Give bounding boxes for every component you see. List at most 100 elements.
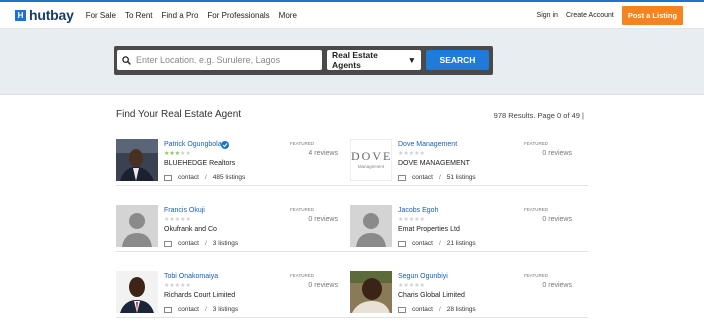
agent-actions: contact / 485 listings [164, 174, 245, 181]
agent-company: Richards Court Limited [164, 292, 236, 299]
reviews-link[interactable]: 0 reviews [278, 216, 338, 223]
featured-label: FEATURED [290, 273, 314, 278]
user-silhouette-icon [116, 205, 158, 247]
agent-photo-placeholder[interactable] [116, 205, 158, 247]
separator: / [204, 240, 207, 247]
listings-link[interactable]: 3 listings [213, 240, 238, 247]
agent-photo[interactable] [116, 271, 158, 313]
nav-for-sale[interactable]: For Sale [86, 11, 116, 20]
rating-stars: ★★★★★ [164, 151, 191, 157]
agent-card: Patrick Ogungbola ★★★★★ BLUEHEDGE Realto… [116, 136, 354, 186]
agent-actions: contact / 28 listings [398, 306, 476, 313]
search-icon [122, 55, 131, 65]
top-navigation-bar: H hutbay For Sale To Rent Find a Pro For… [0, 0, 704, 29]
separator: / [438, 306, 441, 313]
verified-badge-icon [221, 141, 229, 149]
featured-label: FEATURED [290, 207, 314, 212]
mail-icon [164, 174, 172, 181]
featured-label: FEATURED [524, 207, 548, 212]
agent-actions: contact / 51 listings [398, 174, 476, 181]
dove-logo-subtext: Management [357, 164, 385, 169]
dove-logo-text: DOVE [351, 149, 392, 163]
agent-card: Tobi Onakomaiya ★★★★★ Richards Court Lim… [116, 268, 354, 318]
contact-link[interactable]: contact [412, 240, 433, 247]
listings-link[interactable]: 485 listings [213, 174, 246, 181]
nav-more[interactable]: More [279, 11, 297, 20]
contact-link[interactable]: contact [412, 306, 433, 313]
agent-actions: contact / 3 listings [164, 306, 238, 313]
separator: / [438, 174, 441, 181]
signin-link[interactable]: Sign in [537, 12, 558, 19]
chevron-down-icon: ▼ [407, 55, 416, 65]
contact-link[interactable]: contact [412, 174, 433, 181]
agent-company: DOVE MANAGEMENT [398, 160, 470, 167]
location-search-placeholder: Enter Location. e.g. Surulere, Lagos [136, 55, 281, 65]
reviews-link[interactable]: 0 reviews [278, 282, 338, 289]
agent-card: DOVE Management Dove Management ★★★★★ DO… [350, 136, 588, 186]
agent-name[interactable]: Jacobs Egoh [398, 207, 438, 214]
category-select[interactable]: Real Estate Agents ▼ [327, 50, 421, 70]
location-search-field[interactable]: Enter Location. e.g. Surulere, Lagos [117, 50, 322, 70]
logo-mark: H [15, 9, 26, 21]
rating-stars: ★★★★★ [398, 151, 425, 157]
agent-company: Okufrank and Co [164, 226, 217, 233]
featured-label: FEATURED [290, 141, 314, 146]
rating-stars: ★★★★★ [398, 283, 425, 289]
agent-actions: contact / 3 listings [164, 240, 238, 247]
category-select-value: Real Estate Agents [332, 50, 378, 70]
main-nav: For Sale To Rent Find a Pro For Professi… [86, 11, 306, 20]
user-silhouette-icon [350, 205, 392, 247]
agent-company: Emat Properties Ltd [398, 226, 460, 233]
separator: / [438, 240, 441, 247]
agent-photo-placeholder[interactable] [350, 205, 392, 247]
contact-link[interactable]: contact [178, 306, 199, 313]
listings-link[interactable]: 28 listings [447, 306, 476, 313]
listings-link[interactable]: 21 listings [447, 240, 476, 247]
agent-card: Jacobs Egoh ★★★★★ Emat Properties Ltd FE… [350, 202, 588, 252]
separator: / [204, 174, 207, 181]
agent-photo[interactable] [116, 139, 158, 181]
agent-name[interactable]: Tobi Onakomaiya [164, 273, 218, 280]
rating-stars: ★★★★★ [164, 217, 191, 223]
post-listing-button[interactable]: Post a Listing [621, 6, 683, 25]
search-bar: Enter Location. e.g. Surulere, Lagos Rea… [114, 46, 493, 75]
search-hero: Enter Location. e.g. Surulere, Lagos Rea… [0, 29, 704, 95]
mail-icon [164, 240, 172, 247]
agent-name[interactable]: Dove Management [398, 141, 457, 148]
reviews-link[interactable]: 4 reviews [278, 150, 338, 157]
mail-icon [398, 306, 406, 313]
logo-text: hutbay [29, 7, 74, 23]
featured-label: FEATURED [524, 273, 548, 278]
listings-link[interactable]: 51 listings [447, 174, 476, 181]
results-count: 978 Results. Page 0 of 49 | [493, 111, 584, 120]
agent-name[interactable]: Francis Okuji [164, 207, 205, 214]
agent-card: Segun Ogunbiyi ★★★★★ Charis Global Limit… [350, 268, 588, 318]
contact-link[interactable]: contact [178, 174, 199, 181]
results-heading: Find Your Real Estate Agent [116, 109, 242, 120]
contact-link[interactable]: contact [178, 240, 199, 247]
nav-find-a-pro[interactable]: Find a Pro [162, 11, 199, 20]
mail-icon [398, 174, 406, 181]
agent-name[interactable]: Segun Ogunbiyi [398, 273, 448, 280]
featured-label: FEATURED [524, 141, 548, 146]
agent-company: Charis Global Limited [398, 292, 465, 299]
reviews-link[interactable]: 0 reviews [512, 282, 572, 289]
mail-icon [398, 240, 406, 247]
account-nav: Sign in Create Account Post a Listing [529, 6, 683, 25]
nav-for-professionals[interactable]: For Professionals [207, 11, 269, 20]
hutbay-logo[interactable]: H hutbay [15, 7, 74, 23]
mail-icon [164, 306, 172, 313]
agent-company: BLUEHEDGE Realtors [164, 160, 236, 167]
rating-stars: ★★★★★ [398, 217, 425, 223]
agent-logo[interactable]: DOVE Management [350, 139, 392, 181]
reviews-link[interactable]: 0 reviews [512, 150, 572, 157]
agent-name[interactable]: Patrick Ogungbola [164, 141, 222, 148]
create-account-link[interactable]: Create Account [566, 12, 614, 19]
separator: / [204, 306, 207, 313]
nav-to-rent[interactable]: To Rent [125, 11, 153, 20]
rating-stars: ★★★★★ [164, 283, 191, 289]
search-button[interactable]: SEARCH [426, 50, 489, 70]
listings-link[interactable]: 3 listings [213, 306, 238, 313]
agent-photo[interactable] [350, 271, 392, 313]
reviews-link[interactable]: 0 reviews [512, 216, 572, 223]
